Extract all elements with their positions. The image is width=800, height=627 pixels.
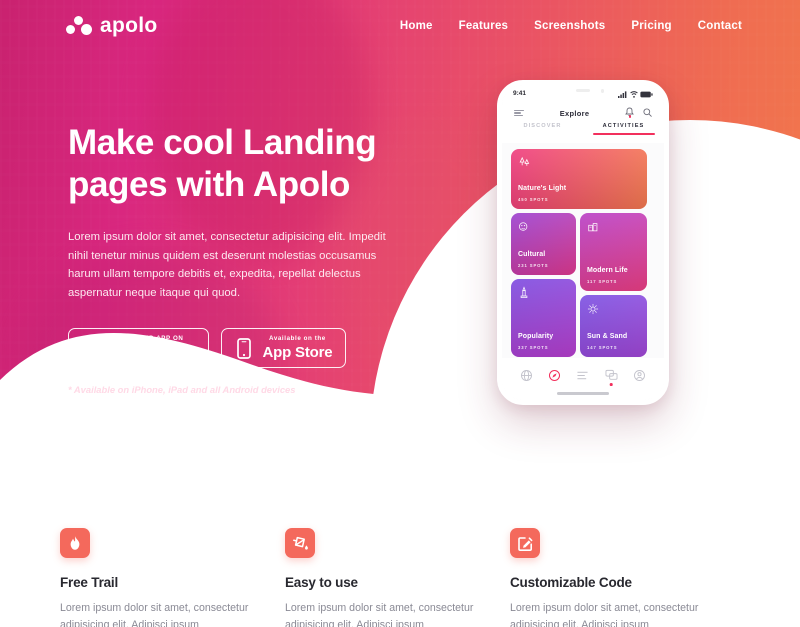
hero-content: Make cool Landing pages with Apolo Lorem… xyxy=(68,122,468,395)
notification-badge xyxy=(628,115,632,118)
app-store-button[interactable]: Available on the App Store xyxy=(220,328,347,368)
edit-square-icon xyxy=(510,528,540,558)
feature-title: Customizable Code xyxy=(510,575,632,590)
feature-card-easy-to-use: Easy to use Lorem ipsum dolor sit amet, … xyxy=(285,528,510,627)
home-indicator xyxy=(557,392,609,395)
card-title: Modern Life xyxy=(587,267,628,274)
activity-card-popularity[interactable]: Popularity 337 SPOTS xyxy=(511,279,576,357)
battery-icon xyxy=(640,85,653,103)
wifi-icon xyxy=(629,85,638,103)
navbar: apolo Home Features Screenshots Pricing … xyxy=(0,0,800,52)
trees-icon xyxy=(518,156,531,174)
hero-subtitle: Lorem ipsum dolor sit amet, consectetur … xyxy=(68,231,386,299)
sun-icon xyxy=(587,302,599,320)
card-spots: 231 SPOTS xyxy=(518,263,549,268)
store-buttons: ANDROID APP ON Google Play Available on … xyxy=(68,328,468,368)
hero-title-line2: pages with Apolo xyxy=(68,165,351,204)
nav-links: Home Features Screenshots Pricing Contac… xyxy=(400,20,742,32)
nav-item-features[interactable]: Features xyxy=(459,20,509,32)
phone-mockup: 9:41 Explore DISCOVER ACTIVITIES Nature'… xyxy=(497,80,669,405)
feature-text: Lorem ipsum dolor sit amet, consectetur … xyxy=(510,602,699,627)
features-section: Free Trail Lorem ipsum dolor sit amet, c… xyxy=(0,528,800,627)
feature-text: Lorem ipsum dolor sit amet, consectetur … xyxy=(60,602,249,627)
phone-status-bar: 9:41 xyxy=(502,87,664,100)
list-icon[interactable] xyxy=(576,370,589,381)
card-title: Cultural xyxy=(518,251,546,258)
app-header: Explore xyxy=(502,102,664,124)
hero-title: Make cool Landing pages with Apolo xyxy=(68,122,468,206)
activity-card-natures-light[interactable]: Nature's Light 450 SPOTS xyxy=(511,149,647,209)
three-dots-logo-icon xyxy=(66,15,92,37)
phone-bottom-nav xyxy=(502,358,664,400)
google-play-small-label: ANDROID APP ON xyxy=(121,335,184,343)
activity-card-modern-life[interactable]: Modern Life 117 SPOTS xyxy=(580,213,647,291)
feature-title: Free Trail xyxy=(60,575,119,590)
nav-item-screenshots[interactable]: Screenshots xyxy=(534,20,605,32)
cellular-signal-icon xyxy=(618,85,627,103)
card-title: Nature's Light xyxy=(518,185,567,192)
globe-icon[interactable] xyxy=(520,369,533,382)
search-icon[interactable] xyxy=(643,104,652,122)
brand-name: apolo xyxy=(100,14,158,37)
card-title: Popularity xyxy=(518,333,554,340)
activity-card-cultural[interactable]: Cultural 231 SPOTS xyxy=(511,213,576,275)
status-time: 9:41 xyxy=(513,90,527,97)
card-spots: 450 SPOTS xyxy=(518,197,549,202)
nav-item-home[interactable]: Home xyxy=(400,20,433,32)
card-spots: 117 SPOTS xyxy=(587,279,618,284)
google-play-label: Google Play xyxy=(110,343,195,361)
chat-icon[interactable] xyxy=(605,369,618,386)
nav-item-contact[interactable]: Contact xyxy=(698,20,742,32)
feature-text: Lorem ipsum dolor sit amet, consectetur … xyxy=(285,602,474,627)
profile-icon[interactable] xyxy=(633,369,646,382)
compass-icon[interactable] xyxy=(548,369,561,382)
app-title: Explore xyxy=(559,108,590,118)
tab-activities[interactable]: ACTIVITIES xyxy=(583,123,664,138)
feature-card-free-trail: Free Trail Lorem ipsum dolor sit amet, c… xyxy=(60,528,285,627)
apple-iphone-icon xyxy=(233,336,255,360)
app-tabs: DISCOVER ACTIVITIES xyxy=(502,123,664,138)
chat-badge xyxy=(610,383,613,386)
google-play-icon xyxy=(80,336,102,360)
flame-icon xyxy=(60,528,90,558)
activity-card-sun-and-sand[interactable]: Sun & Sand 147 SPOTS xyxy=(580,295,647,357)
bell-icon[interactable] xyxy=(625,104,634,122)
nav-item-pricing[interactable]: Pricing xyxy=(631,20,671,32)
tab-discover[interactable]: DISCOVER xyxy=(502,123,583,138)
google-play-button[interactable]: ANDROID APP ON Google Play xyxy=(68,328,209,368)
app-store-small-label: Available on the xyxy=(269,335,326,343)
landing-page: apolo Home Features Screenshots Pricing … xyxy=(0,0,800,627)
activity-card-grid: Nature's Light 450 SPOTS Cultural 231 SP… xyxy=(502,143,664,367)
feature-card-customizable-code: Customizable Code Lorem ipsum dolor sit … xyxy=(510,528,735,627)
app-store-label: App Store xyxy=(262,343,333,361)
hero-title-line1: Make cool Landing xyxy=(68,123,377,162)
phone-screen: 9:41 Explore DISCOVER ACTIVITIES Nature'… xyxy=(502,85,664,400)
card-spots: 337 SPOTS xyxy=(518,345,549,350)
hamburger-menu-icon[interactable] xyxy=(514,109,524,117)
brand-logo[interactable]: apolo xyxy=(66,14,158,38)
availability-note: * Available on iPhone, iPad and all Andr… xyxy=(68,384,296,395)
city-building-icon xyxy=(587,220,599,238)
paint-bucket-icon xyxy=(285,528,315,558)
card-title: Sun & Sand xyxy=(587,333,628,340)
card-spots: 147 SPOTS xyxy=(587,345,618,350)
theatre-masks-icon xyxy=(518,220,530,238)
feature-title: Easy to use xyxy=(285,575,358,590)
monument-icon xyxy=(518,286,530,305)
